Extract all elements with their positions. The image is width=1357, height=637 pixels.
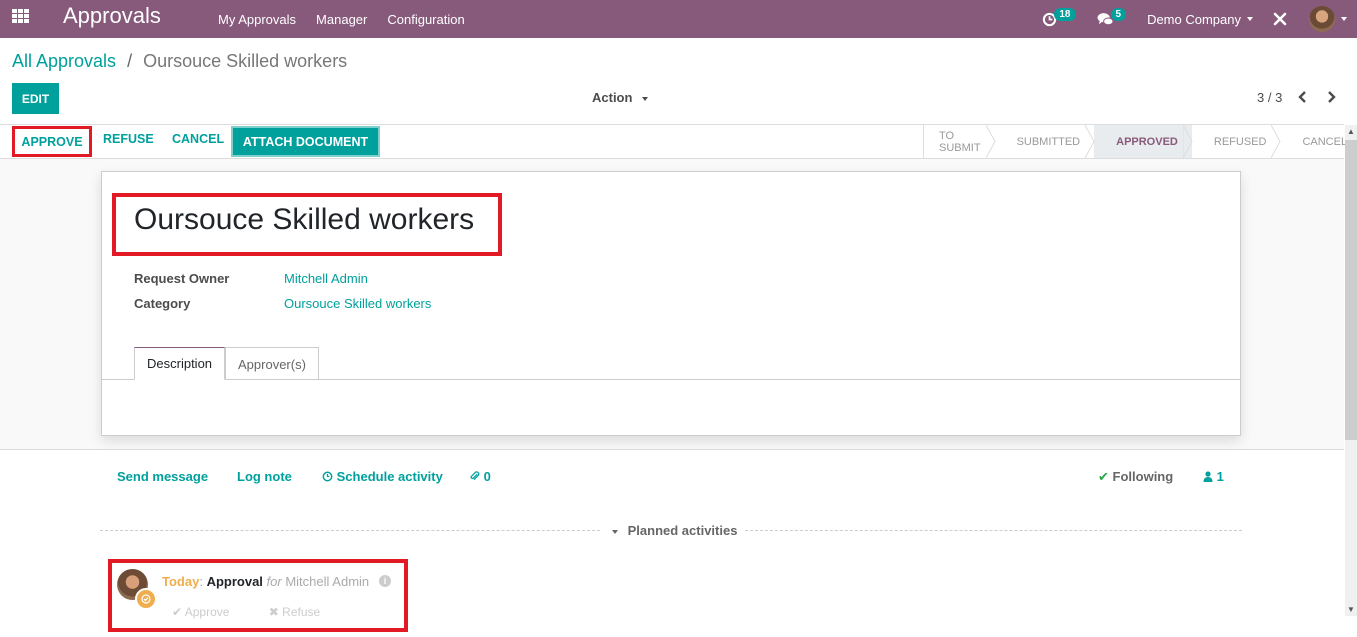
approve-label: Approve — [184, 605, 230, 619]
attachments-button[interactable]: 0 — [469, 469, 491, 484]
check-icon: ✔ — [1098, 469, 1109, 484]
main-menu: My Approvals Manager Configuration — [218, 0, 465, 38]
request-owner-label: Request Owner — [134, 271, 230, 286]
divider-right — [745, 530, 1242, 531]
chevron-left-icon — [1298, 91, 1306, 103]
tab-description[interactable]: Description — [134, 347, 226, 380]
vertical-scrollbar[interactable]: ▲ ▼ — [1345, 125, 1357, 616]
divider-left — [100, 530, 600, 531]
messaging-menu[interactable]: 5 — [1097, 7, 1130, 27]
activity-refuse-button[interactable]: ✖ Refuse — [269, 605, 338, 619]
record-title: Oursouce Skilled workers — [134, 203, 475, 236]
notebook-tabs: Description Approver(s) — [102, 347, 1240, 380]
activity-approve-button[interactable]: ✔ Approve — [172, 605, 247, 619]
stage-pipeline: TO SUBMIT SUBMITTED APPROVED REFUSED CAN… — [923, 125, 1357, 158]
edit-button[interactable]: EDIT — [12, 83, 59, 114]
form-sheet: Oursouce Skilled workers Request Owner M… — [101, 171, 1241, 436]
paperclip-icon — [470, 471, 480, 481]
attach-document-button[interactable]: ATTACH DOCUMENT — [231, 126, 380, 157]
stage-arrow — [1085, 125, 1095, 158]
breadcrumb-separator: / — [127, 51, 133, 71]
chevron-right-icon — [1328, 91, 1336, 103]
scrollbar-thumb[interactable] — [1345, 140, 1357, 440]
tab-approvers[interactable]: Approver(s) — [225, 347, 319, 380]
send-message-button[interactable]: Send message — [117, 469, 208, 484]
activity-assignee: Mitchell Admin — [285, 574, 370, 589]
pager-next-button[interactable] — [1326, 90, 1336, 107]
stage-to-submit: TO SUBMIT — [924, 125, 996, 158]
stage-arrow — [1182, 125, 1193, 158]
user-avatar — [1309, 6, 1335, 32]
stage-submitted: SUBMITTED — [995, 125, 1095, 158]
pager-value: 3 / 3 — [1257, 90, 1283, 105]
statusbar: APPROVE REFUSE CANCEL ATTACH DOCUMENT TO… — [0, 124, 1347, 159]
breadcrumb-current: Oursouce Skilled workers — [143, 51, 348, 71]
menu-my-approvals[interactable]: My Approvals — [218, 12, 296, 27]
refuse-label: Refuse — [282, 605, 321, 619]
message-count-badge: 5 — [1110, 7, 1127, 21]
request-owner-value[interactable]: Mitchell Admin — [284, 271, 368, 286]
debug-tools[interactable] — [1273, 12, 1287, 26]
info-icon[interactable]: i — [379, 575, 391, 587]
activity-actions: ✔ Approve ✖ Refuse — [172, 605, 356, 619]
activity-date: Today — [162, 574, 200, 589]
activity-for: for — [266, 574, 282, 589]
caret-down-icon — [1247, 17, 1253, 21]
schedule-activity-label: Schedule activity — [336, 469, 443, 484]
stage-approved: APPROVED — [1094, 125, 1193, 158]
breadcrumb-all-approvals[interactable]: All Approvals — [12, 51, 116, 71]
company-name: Demo Company — [1147, 11, 1241, 27]
menu-configuration[interactable]: Configuration — [387, 12, 464, 27]
activity-type: Approval — [206, 574, 263, 589]
activity-colon: : — [199, 574, 203, 589]
caret-down-icon — [612, 529, 618, 534]
systray: 18 5 Demo Company — [1042, 0, 1357, 38]
top-navbar: Approvals My Approvals Manager Configura… — [0, 0, 1357, 38]
company-switcher[interactable]: Demo Company — [1147, 12, 1253, 27]
scroll-up-arrow-icon[interactable]: ▲ — [1345, 125, 1357, 138]
scroll-down-arrow-icon[interactable]: ▼ — [1345, 603, 1357, 616]
user-icon — [1203, 471, 1213, 482]
clock-icon — [322, 471, 333, 482]
attachments-count: 0 — [483, 469, 491, 484]
activity-type-badge — [135, 588, 157, 610]
activity-summary: Today: Approval for Mitchell Admin — [162, 574, 369, 589]
activity-count-badge: 18 — [1054, 7, 1076, 21]
following-label: Following — [1112, 469, 1174, 484]
check-circle-icon — [141, 594, 151, 604]
refuse-button[interactable]: REFUSE — [103, 132, 154, 146]
category-value[interactable]: Oursouce Skilled workers — [284, 296, 431, 311]
caret-down-icon — [1341, 17, 1347, 21]
pager-previous-button[interactable] — [1298, 90, 1308, 107]
followers-count: 1 — [1216, 469, 1224, 484]
stage-label: TO SUBMIT — [939, 129, 981, 154]
category-label: Category — [134, 296, 191, 311]
tools-icon — [1273, 12, 1287, 26]
schedule-activity-button[interactable]: Schedule activity — [322, 469, 443, 484]
cancel-button[interactable]: CANCEL — [172, 132, 224, 146]
stage-refused: REFUSED — [1192, 125, 1282, 158]
approve-button[interactable]: APPROVE — [12, 126, 92, 157]
planned-activities-toggle[interactable]: Planned activities — [612, 523, 737, 538]
planned-activities-label: Planned activities — [627, 523, 738, 538]
app-title: Approvals — [63, 3, 161, 28]
apps-grid-icon[interactable] — [12, 9, 30, 23]
user-menu[interactable] — [1309, 6, 1347, 32]
activity-menu[interactable]: 18 — [1042, 7, 1078, 27]
menu-manager[interactable]: Manager — [316, 12, 367, 27]
stage-arrow — [1271, 125, 1282, 158]
caret-down-icon — [642, 96, 649, 101]
stage-label: CANCEL — [1302, 135, 1348, 148]
log-note-button[interactable]: Log note — [237, 469, 292, 484]
action-label: Action — [592, 90, 633, 105]
stage-label: REFUSED — [1213, 135, 1267, 148]
stage-label: APPROVED — [1116, 135, 1178, 148]
followers-button[interactable]: 1 — [1203, 469, 1224, 484]
stage-label: SUBMITTED — [1016, 135, 1081, 148]
stage-arrow — [985, 125, 996, 158]
breadcrumb: All Approvals / Oursouce Skilled workers — [12, 51, 347, 72]
following-button[interactable]: ✔ Following — [1098, 469, 1173, 485]
action-dropdown[interactable]: Action — [592, 90, 649, 105]
